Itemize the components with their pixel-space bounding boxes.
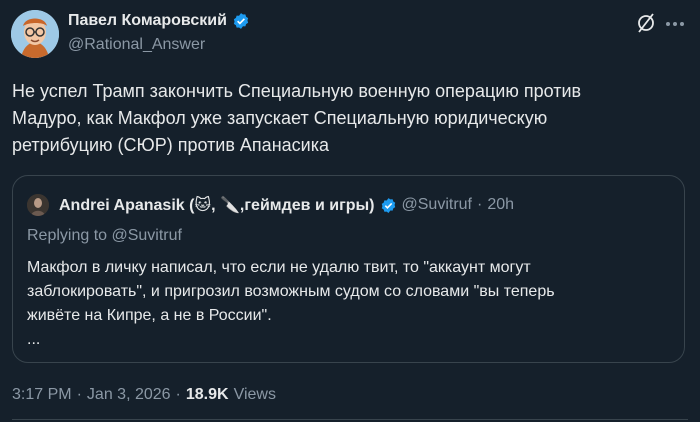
tweet-date[interactable]: Jan 3, 2026	[87, 386, 171, 404]
grok-icon[interactable]	[636, 12, 656, 34]
meta-separator-2: ·	[175, 386, 181, 403]
divider	[12, 419, 688, 420]
quoted-tweet[interactable]: Andrei Apanasik (🐱, 🔪,геймдев и игры) @S…	[12, 175, 685, 363]
tweet-meta: 3:17 PM · Jan 3, 2026 · 18.9K Views	[12, 386, 276, 404]
quote-header: Andrei Apanasik (🐱, 🔪,геймдев и игры) @S…	[59, 195, 514, 215]
views-label: Views	[233, 386, 276, 403]
quote-replying-to: Replying to @Suvitruf	[27, 227, 182, 244]
quote-display-name[interactable]: Andrei Apanasik (🐱, 🔪,геймдев и игры)	[59, 195, 375, 215]
meta-separator-1: ·	[76, 386, 82, 403]
verified-badge-icon	[233, 13, 249, 29]
tweet-time[interactable]: 3:17 PM	[12, 386, 72, 404]
quote-verified-badge-icon	[381, 197, 395, 213]
author-name-row: Павел Комаровский	[68, 12, 250, 30]
author-avatar[interactable]	[11, 10, 59, 58]
quote-avatar[interactable]	[27, 194, 49, 216]
quote-separator: ·	[476, 196, 483, 213]
author-handle[interactable]: @Rational_Answer	[68, 36, 205, 54]
quote-time[interactable]: 20h	[487, 196, 514, 214]
quote-handle[interactable]: @Suvitruf	[402, 196, 472, 214]
author-display-name[interactable]: Павел Комаровский	[68, 12, 227, 30]
tweet-text: Не успел Трамп закончить Специальную вое…	[12, 81, 582, 155]
more-icon[interactable]	[664, 14, 686, 34]
views-count: 18.9K	[185, 386, 229, 403]
quote-text: Макфол в личку написал, что если не удал…	[27, 259, 555, 348]
